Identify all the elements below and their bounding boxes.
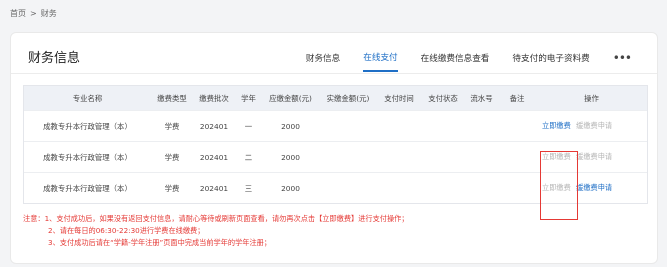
pay-now-button[interactable]: 立即缴费: [542, 152, 571, 161]
tab-bar: 财务信息 在线支付 在线缴费信息查看 待支付的电子资料费 •••: [283, 51, 632, 72]
cell-type: 学费: [151, 172, 193, 203]
cell-time: [377, 110, 421, 142]
table-header-row: 专业名称 缴费类型 缴费批次 学年 应缴金额(元) 实缴金额(元) 支付时间 支…: [24, 86, 647, 111]
cell-due: 2000: [262, 172, 319, 203]
more-menu-icon[interactable]: •••: [613, 51, 632, 72]
col-header-major: 专业名称: [24, 86, 151, 111]
notice-line: 3、支付成功后请在“学籍-学年注册”页面中完成当前学年的学年注册；: [48, 238, 272, 247]
breadcrumb-home[interactable]: 首页: [10, 8, 26, 19]
col-header-actions: 操作: [536, 86, 647, 111]
tab-online-payment[interactable]: 在线支付: [363, 51, 398, 72]
col-header-year: 学年: [235, 86, 262, 111]
col-header-type: 缴费类型: [151, 86, 193, 111]
payment-table: 专业名称 缴费类型 缴费批次 学年 应缴金额(元) 实缴金额(元) 支付时间 支…: [23, 85, 648, 204]
cell-note: [498, 172, 536, 203]
tab-finance-info[interactable]: 财务信息: [306, 52, 340, 71]
cell-type: 学费: [151, 110, 193, 142]
col-header-due: 应缴金额(元): [262, 86, 319, 111]
notice-line: 注意：1、支付成功后，如果没有返回支付信息，请耐心等待或刷新页面查看，请勿再次点…: [23, 214, 409, 223]
cell-actions: 立即缴费 缓缴费申请: [536, 141, 647, 173]
pay-now-button[interactable]: 立即缴费: [542, 183, 571, 192]
cell-batch: 202401: [193, 172, 235, 203]
cell-year: 一: [235, 110, 262, 142]
col-header-status: 支付状态: [421, 86, 465, 111]
cell-due: 2000: [262, 110, 319, 142]
page-title: 财务信息: [28, 51, 81, 66]
notice-line: 2、请在每日的06:30-22:30进行学费在线缴费；: [48, 226, 205, 235]
header-divider: [11, 73, 657, 74]
cell-note: [498, 141, 536, 173]
col-header-paid: 实缴金额(元): [319, 86, 377, 111]
cell-paid: [319, 110, 377, 142]
table-row: 成教专升本行政管理（本） 学费 202401 三 2000 立即缴费 缓缴费申请: [24, 172, 647, 203]
col-header-serial: 流水号: [465, 86, 498, 111]
cell-major: 成教专升本行政管理（本）: [24, 172, 151, 203]
table-row: 成教专升本行政管理（本） 学费 202401 二 2000 立即缴费 缓缴费申请: [24, 141, 647, 173]
col-header-batch: 缴费批次: [193, 86, 235, 111]
cell-serial: [465, 110, 498, 142]
defer-payment-button[interactable]: 缓缴费申请: [576, 183, 612, 192]
breadcrumb-separator: >: [30, 9, 37, 18]
cell-paid: [319, 172, 377, 203]
col-header-time: 支付时间: [377, 86, 421, 111]
tab-payment-history[interactable]: 在线缴费信息查看: [421, 52, 490, 71]
finance-card: 财务信息 财务信息 在线支付 在线缴费信息查看 待支付的电子资料费 ••• 专业…: [10, 32, 658, 264]
cell-actions: 立即缴费 缓缴费申请: [536, 172, 647, 203]
breadcrumb: 首页 > 财务: [10, 8, 57, 19]
cell-year: 三: [235, 172, 262, 203]
cell-year: 二: [235, 141, 262, 173]
cell-major: 成教专升本行政管理（本）: [24, 110, 151, 142]
pay-now-button[interactable]: 立即缴费: [542, 121, 571, 130]
cell-due: 2000: [262, 141, 319, 173]
cell-status: [421, 172, 465, 203]
tab-pending-material-fee[interactable]: 待支付的电子资料费: [512, 52, 589, 71]
col-header-note: 备注: [498, 86, 536, 111]
cell-type: 学费: [151, 141, 193, 173]
table-row: 成教专升本行政管理（本） 学费 202401 一 2000 立即缴费 缓缴费申请: [24, 110, 647, 142]
cell-serial: [465, 172, 498, 203]
cell-time: [377, 141, 421, 173]
cell-batch: 202401: [193, 141, 235, 173]
cell-batch: 202401: [193, 110, 235, 142]
cell-note: [498, 110, 536, 142]
cell-time: [377, 172, 421, 203]
breadcrumb-current: 财务: [40, 9, 57, 18]
payment-notice: 注意：1、支付成功后，如果没有返回支付信息，请耐心等待或刷新页面查看，请勿再次点…: [23, 213, 409, 249]
cell-status: [421, 141, 465, 173]
cell-major: 成教专升本行政管理（本）: [24, 141, 151, 173]
cell-serial: [465, 141, 498, 173]
cell-actions: 立即缴费 缓缴费申请: [536, 110, 647, 142]
cell-paid: [319, 141, 377, 173]
cell-status: [421, 110, 465, 142]
defer-payment-button[interactable]: 缓缴费申请: [576, 152, 612, 161]
defer-payment-button[interactable]: 缓缴费申请: [576, 121, 612, 130]
